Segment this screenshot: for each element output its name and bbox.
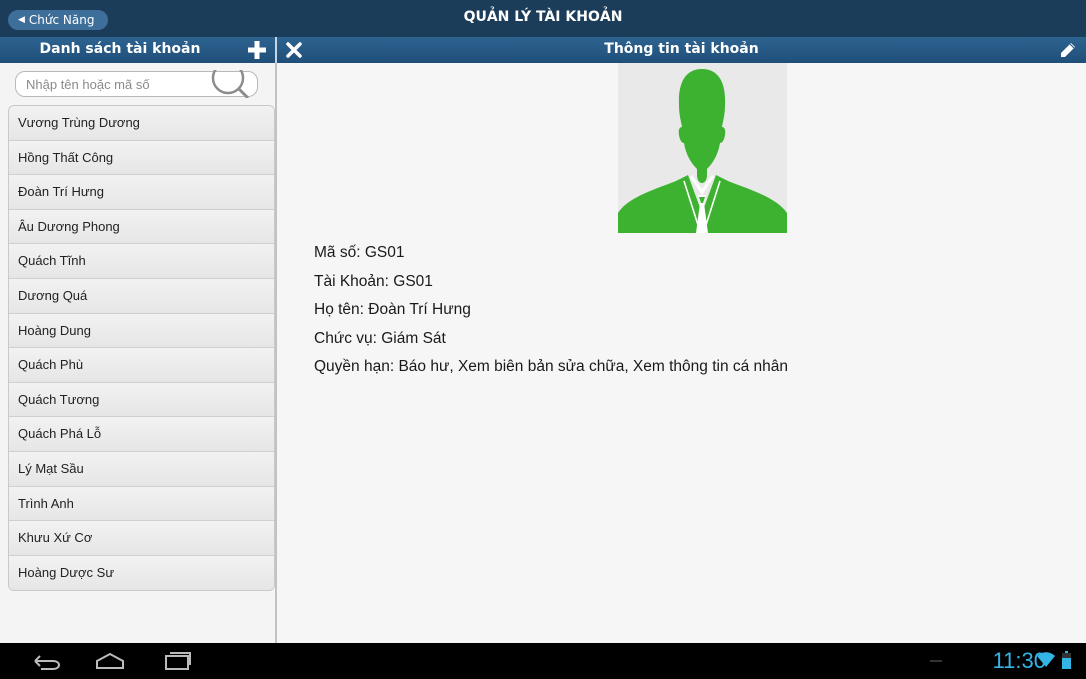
home-icon[interactable]: [90, 649, 130, 673]
account-list-item[interactable]: Hoàng Dung: [9, 313, 274, 349]
back-arrow-icon: ◀: [18, 15, 25, 25]
account-list-item[interactable]: Dương Quá: [9, 278, 274, 314]
account-detail-row: Quyền hạn: Báo hư, Xem biên bản sửa chữa…: [314, 358, 789, 375]
account-list-panel: Vương Trùng DươngHồng Thất CôngĐoàn Trí …: [0, 63, 275, 643]
status-separator: [930, 660, 942, 662]
search-input[interactable]: [26, 75, 206, 93]
person-silhouette-icon: [618, 63, 787, 233]
account-detail-panel: Mã số: GS01 Tài Khoản: GS01 Họ tên: Đoàn T…: [277, 63, 1086, 643]
account-list-item[interactable]: Quách Tương: [9, 382, 274, 418]
account-list-item[interactable]: Lý Mạt Sầu: [9, 451, 274, 487]
account-list-item[interactable]: Trình Anh: [9, 486, 274, 522]
account-list-item[interactable]: Quách Tĩnh: [9, 244, 274, 279]
search-icon[interactable]: [206, 70, 254, 98]
system-navigation-bar: 11:30: [0, 643, 1086, 679]
pencil-icon[interactable]: [1058, 40, 1078, 60]
account-list-item[interactable]: Khưu Xứ Cơ: [9, 521, 274, 556]
plus-icon[interactable]: [245, 39, 269, 61]
recent-apps-icon[interactable]: [158, 649, 198, 673]
account-info-header: Thông tin tài khoản: [277, 37, 1086, 63]
account-list-item[interactable]: Quách Phá Lỗ: [9, 417, 274, 452]
title-bar: ◀ Chức Năng QUẢN LÝ TÀI KHOẢN: [0, 0, 1086, 37]
account-list-item[interactable]: Âu Dương Phong: [9, 209, 274, 245]
account-details: Mã số: GS01 Tài Khoản: GS01 Họ tên: Đoàn T…: [314, 239, 788, 382]
account-detail-row: Tài Khoản: GS01: [314, 272, 433, 290]
account-detail-row: Chức vụ: Giám Sát: [314, 329, 446, 347]
search-field[interactable]: [15, 70, 258, 98]
back-button[interactable]: ◀ Chức Năng: [8, 10, 109, 30]
page-title: QUẢN LÝ TÀI KHOẢN: [463, 9, 623, 25]
account-list-item[interactable]: Hoàng Dược Sư: [9, 555, 274, 591]
account-list-item[interactable]: Quách Phù: [9, 348, 274, 383]
wifi-icon: [1037, 652, 1055, 668]
account-list-item[interactable]: Đoàn Trí Hưng: [9, 175, 274, 210]
account-list-item[interactable]: Hồng Thất Công: [9, 140, 274, 176]
account-list-title: Danh sách tài khoản: [39, 41, 201, 57]
back-icon[interactable]: [26, 649, 66, 673]
account-detail-row: Mã số: GS01: [314, 244, 405, 261]
account-list-header: Danh sách tài khoản: [0, 37, 275, 63]
back-button-label: Chức Năng: [28, 13, 95, 27]
account-list: Vương Trùng Dương Hồng Thất Công Đoàn Trí …: [8, 105, 275, 592]
close-icon[interactable]: [283, 39, 305, 61]
account-info-title: Thông tin tài khoản: [604, 41, 759, 57]
account-detail-row: Họ tên: Đoàn Trí Hưng: [314, 301, 471, 318]
account-list-item[interactable]: Vương Trùng Dương: [9, 106, 274, 141]
battery-icon: [1062, 651, 1071, 669]
